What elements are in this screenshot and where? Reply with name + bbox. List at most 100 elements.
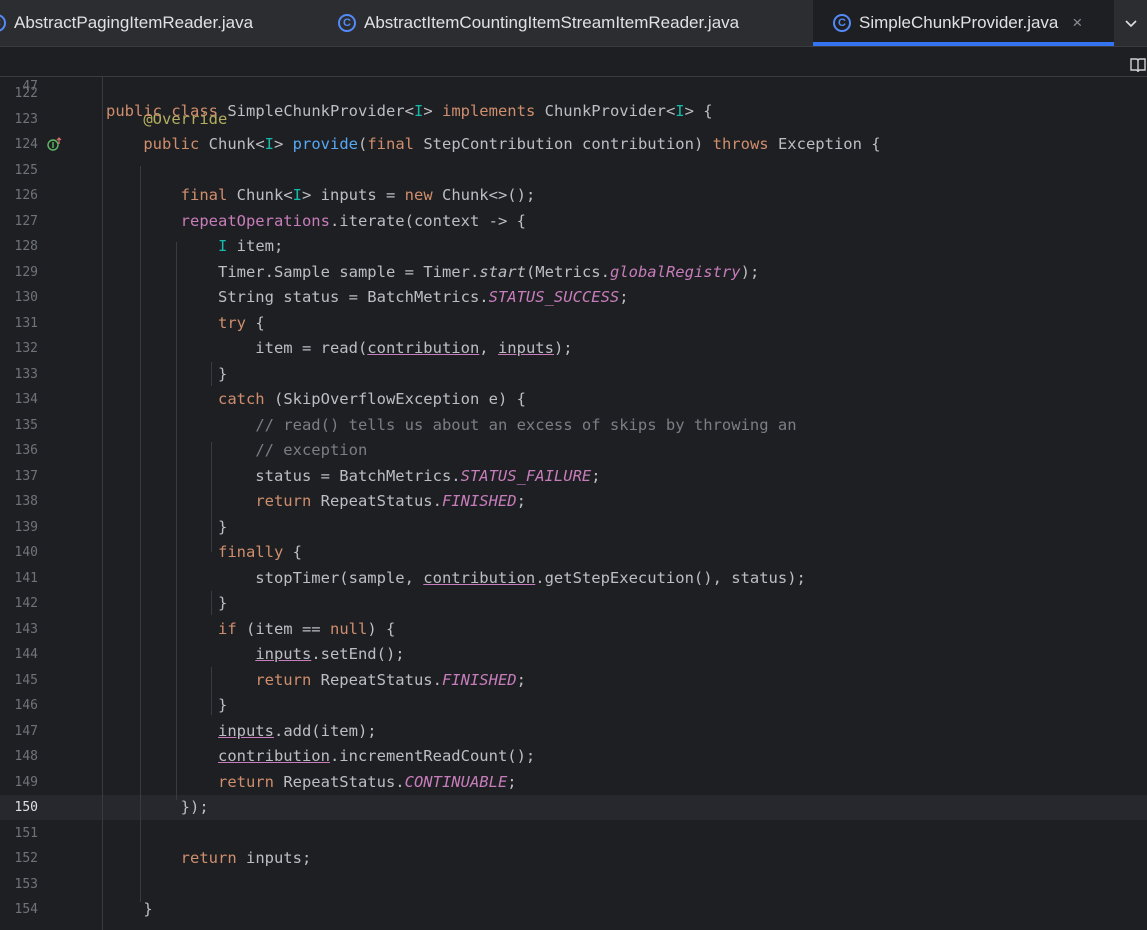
- code-text: return inputs;: [106, 846, 312, 871]
- code-line[interactable]: 150 });: [0, 795, 1147, 820]
- tab-abstract-item-counting-item-stream-item-reader[interactable]: C AbstractItemCountingItemStreamItemRead…: [338, 0, 739, 46]
- code-token: StepContribution contribution): [423, 135, 713, 153]
- line-number: 152: [14, 851, 38, 866]
- code-line[interactable]: 135 // read() tells us about an excess o…: [0, 413, 1147, 438]
- code-text: }: [106, 362, 227, 387]
- tab-label: AbstractItemCountingItemStreamItemReader…: [364, 13, 740, 32]
- line-number: 147: [14, 723, 38, 739]
- line-number: 143: [14, 621, 38, 637]
- line-number: 146: [14, 698, 38, 713]
- sticky-header[interactable]: 47 public class SimpleChunkProvider<I> i…: [0, 47, 1147, 120]
- indent-guide: [176, 242, 177, 800]
- code-text: repeatOperations.iterate(context -> {: [106, 209, 526, 234]
- code-editor[interactable]: 47 public class SimpleChunkProvider<I> i…: [0, 47, 1147, 930]
- code-token: >: [274, 135, 293, 153]
- code-token: );: [740, 262, 760, 281]
- code-line[interactable]: 125: [0, 158, 1147, 183]
- code-line[interactable]: 129 Timer.Sample sample = Timer.start(Me…: [0, 260, 1147, 285]
- code-token: final: [180, 186, 237, 204]
- code-token: inputs: [217, 721, 274, 740]
- tab-label: AbstractPagingItemReader.java: [14, 13, 254, 32]
- reader-mode-icon[interactable]: [1129, 56, 1147, 74]
- code-token: null: [329, 619, 368, 638]
- code-token: > inputs =: [302, 186, 405, 204]
- line-number: 149: [14, 774, 38, 790]
- code-line[interactable]: 138 return RepeatStatus.FINISHED;: [0, 489, 1147, 514]
- line-number: 125: [14, 162, 38, 178]
- code-text: public Chunk<I> provide(final StepContri…: [106, 132, 880, 157]
- code-line[interactable]: 131 try {: [0, 311, 1147, 336]
- code-text: return RepeatStatus.FINISHED;: [106, 489, 526, 514]
- line-number: 151: [14, 825, 38, 841]
- code-token: item;: [227, 237, 284, 255]
- code-line[interactable]: 130 String status = BatchMetrics.STATUS_…: [0, 285, 1147, 310]
- code-area[interactable]: 122 123 @Override 124 public Chunk<I> prov…: [0, 77, 1147, 930]
- code-line[interactable]: 148 contribution.incrementReadCount();: [0, 744, 1147, 769]
- code-token: I: [292, 186, 302, 204]
- code-token: >: [423, 102, 442, 120]
- code-token: STATUS_FAILURE: [460, 466, 592, 485]
- code-line[interactable]: 142 }: [0, 591, 1147, 616]
- line-number: 141: [14, 570, 38, 586]
- code-line[interactable]: 128 I item;: [0, 234, 1147, 259]
- code-token: Chunk<>();: [441, 186, 536, 204]
- line-number: 137: [14, 468, 38, 484]
- line-number: 129: [14, 264, 38, 280]
- code-line[interactable]: 152 return inputs;: [0, 846, 1147, 871]
- tab-simple-chunk-provider[interactable]: C SimpleChunkProvider.java ×: [813, 0, 1114, 46]
- code-token: RepeatStatus.: [283, 772, 405, 791]
- code-line[interactable]: 146 }: [0, 693, 1147, 718]
- line-number: 138: [14, 494, 38, 509]
- code-token: ChunkProvider<: [544, 102, 676, 120]
- code-text: }: [106, 515, 227, 540]
- code-line[interactable]: 154 }: [0, 897, 1147, 922]
- code-line[interactable]: 149 return RepeatStatus.CONTINUABLE;: [0, 770, 1147, 795]
- code-line[interactable]: 137 status = BatchMetrics.STATUS_FAILURE…: [0, 464, 1147, 489]
- code-line[interactable]: 141 stopTimer(sample, contribution.getSt…: [0, 566, 1147, 591]
- code-line[interactable]: 144 inputs.setEnd();: [0, 642, 1147, 667]
- code-line[interactable]: 127 repeatOperations.iterate(context -> …: [0, 209, 1147, 234]
- code-line[interactable]: 145 return RepeatStatus.FINISHED;: [0, 668, 1147, 693]
- code-text: // read() tells us about an excess of sk…: [106, 413, 796, 438]
- code-line[interactable]: 126 final Chunk<I> inputs = new Chunk<>(…: [0, 183, 1147, 208]
- code-line[interactable]: 133 }: [0, 362, 1147, 387]
- code-token: ;: [516, 670, 526, 689]
- code-token: return: [217, 772, 284, 791]
- code-line[interactable]: 124 public Chunk<I> provide(final StepCo…: [0, 132, 1147, 157]
- code-line[interactable]: 132 item = read(contribution, inputs);: [0, 336, 1147, 361]
- code-line[interactable]: 139 }: [0, 515, 1147, 540]
- code-line[interactable]: 147 inputs.add(item);: [0, 719, 1147, 744]
- implements-method-icon[interactable]: [46, 136, 62, 152]
- code-token: repeatOperations: [180, 211, 330, 230]
- close-tab-icon[interactable]: ×: [1072, 13, 1082, 33]
- code-token: }: [106, 517, 228, 536]
- code-text: inputs.setEnd();: [106, 642, 405, 667]
- code-line[interactable]: 151: [0, 821, 1147, 846]
- code-token: return: [255, 670, 321, 689]
- code-line[interactable]: 136 // exception: [0, 438, 1147, 463]
- code-line[interactable]: 153: [0, 872, 1147, 897]
- code-token: .setEnd();: [311, 645, 405, 663]
- code-line[interactable]: 143 if (item == null) {: [0, 617, 1147, 642]
- line-number: 47: [22, 79, 38, 94]
- code-line[interactable]: 134 catch (SkipOverflowException e) {: [0, 387, 1147, 412]
- code-text: status = BatchMetrics.STATUS_FAILURE;: [106, 464, 600, 489]
- tab-abstract-paging-item-reader[interactable]: C AbstractPagingItemReader.java: [0, 0, 253, 46]
- indent-guide: [102, 77, 103, 930]
- line-number: 136: [14, 443, 38, 458]
- code-text: });: [106, 795, 209, 820]
- line-number: 134: [14, 392, 38, 407]
- chevron-down-icon[interactable]: [1114, 0, 1147, 46]
- code-token: ;: [507, 772, 517, 791]
- code-text: return RepeatStatus.CONTINUABLE;: [106, 770, 517, 795]
- code-line[interactable]: 140 finally {: [0, 540, 1147, 565]
- code-token: });: [106, 798, 209, 816]
- code-token: > {: [684, 102, 713, 120]
- code-token: Chunk<: [236, 186, 293, 204]
